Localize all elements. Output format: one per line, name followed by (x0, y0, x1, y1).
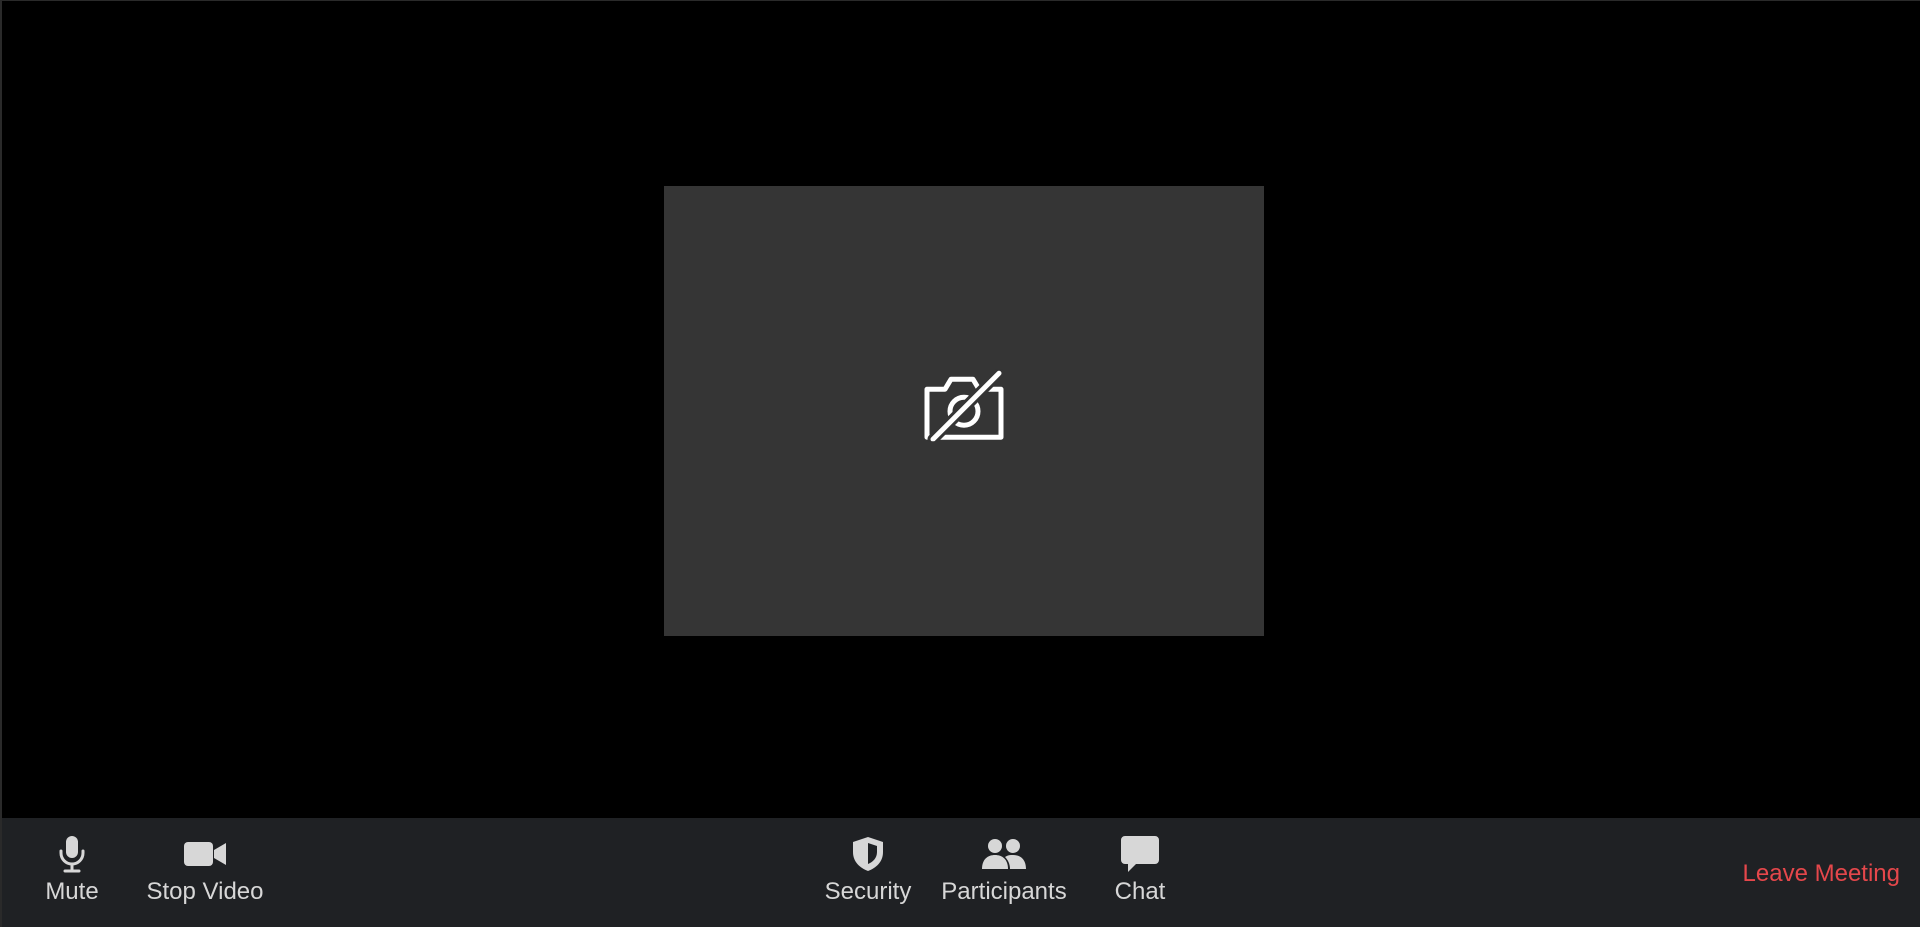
stop-video-label: Stop Video (146, 878, 264, 905)
shield-icon (851, 834, 885, 874)
security-label: Security (824, 878, 912, 905)
meeting-window: Mute Stop Video Security Participants Ch… (0, 0, 1920, 927)
leave-meeting-button[interactable]: Leave Meeting (1743, 860, 1900, 888)
video-camera-icon (183, 834, 227, 874)
chat-label: Chat (1114, 878, 1166, 905)
chat-bubble-icon (1120, 834, 1160, 874)
stop-video-button[interactable]: Stop Video (144, 834, 266, 906)
microphone-icon (57, 834, 87, 874)
meeting-toolbar: Mute Stop Video Security Participants Ch… (2, 818, 1920, 927)
mute-button[interactable]: Mute (42, 834, 102, 906)
people-icon (981, 834, 1027, 874)
participants-label: Participants (941, 878, 1067, 905)
mute-label: Mute (45, 878, 99, 905)
chat-button[interactable]: Chat (1110, 834, 1170, 906)
video-stage (2, 1, 1920, 818)
camera-off-icon (924, 369, 1005, 442)
participant-video-tile[interactable] (664, 186, 1264, 636)
participants-button[interactable]: Participants (940, 834, 1068, 906)
security-button[interactable]: Security (822, 834, 914, 906)
